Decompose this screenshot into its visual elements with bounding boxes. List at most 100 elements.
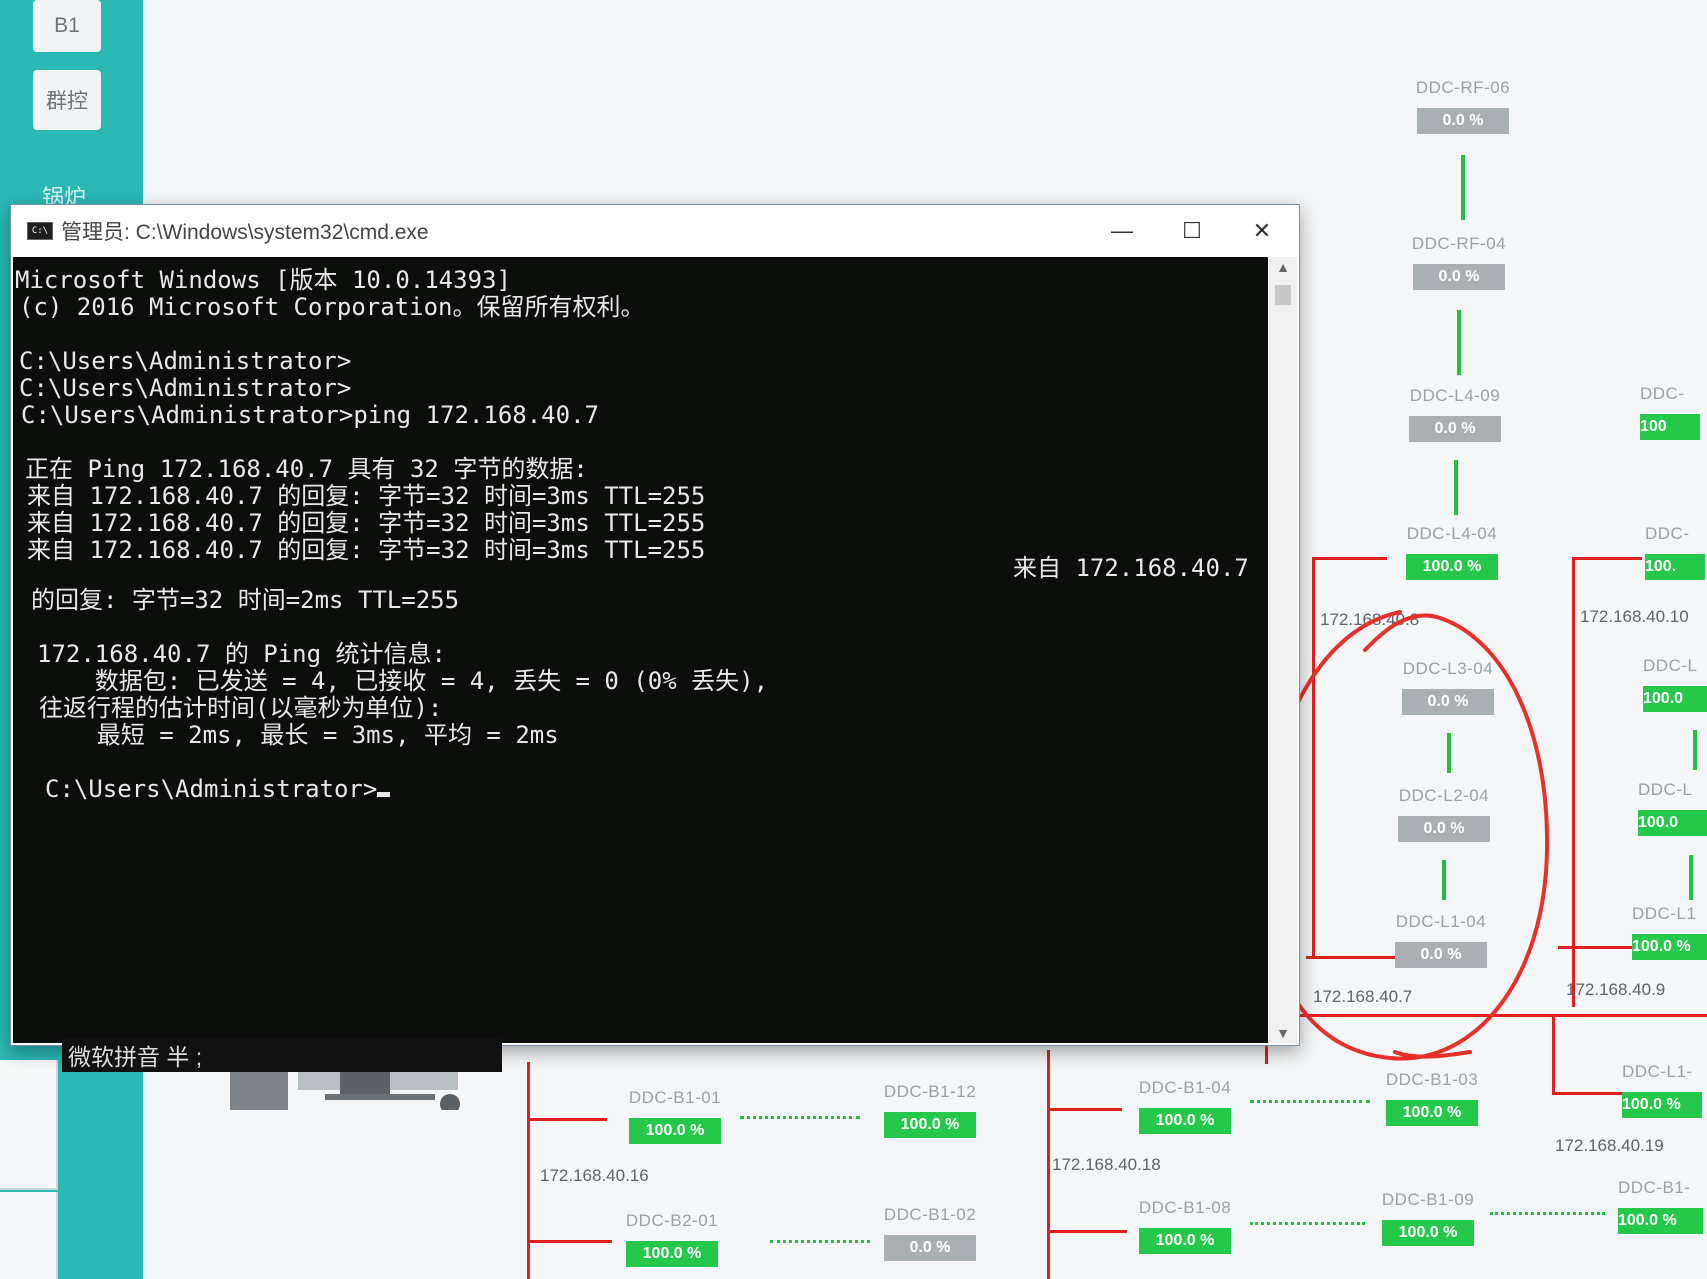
scroll-down-arrow[interactable]: ▼ xyxy=(1269,1025,1297,1041)
link-line xyxy=(527,1118,607,1121)
link-line xyxy=(1572,557,1575,1007)
node-label: DDC-B1-04 xyxy=(1138,1078,1232,1097)
node-label: DDC-B2-01 xyxy=(625,1211,719,1230)
node-label: DDC-L3-04 xyxy=(1402,659,1494,678)
text-cursor xyxy=(377,792,391,797)
minimize-button[interactable]: — xyxy=(1087,205,1157,257)
cmd-icon: C:\ xyxy=(27,222,53,240)
ddc-node[interactable]: DDC-L1- 100.0 % xyxy=(1622,1062,1707,1118)
link-line xyxy=(1312,557,1387,560)
ddc-node[interactable]: DDC-B1-04 100.0 % xyxy=(1110,1078,1260,1134)
ddc-node[interactable]: DDC- 100 xyxy=(1640,384,1707,440)
node-status-badge: 100.0 % xyxy=(1382,1220,1474,1246)
ddc-node[interactable]: DDC-B1- 100.0 % xyxy=(1618,1178,1707,1234)
prompt-text: C:\Users\Administrator> xyxy=(45,775,378,803)
link-line xyxy=(1447,733,1451,773)
console-line: C:\Users\Administrator>ping 172.168.40.7 xyxy=(21,401,599,429)
ddc-node[interactable]: DDC-B1-01 100.0 % xyxy=(600,1088,750,1144)
sidebar-tab[interactable] xyxy=(0,1192,58,1279)
node-status-badge: 100 xyxy=(1640,414,1700,440)
scroll-up-arrow[interactable]: ▲ xyxy=(1269,259,1297,275)
ddc-node[interactable]: DDC-L1 100.0 % xyxy=(1632,904,1707,960)
node-status-badge: 0.0 % xyxy=(1395,942,1487,968)
node-label: DDC-L4-04 xyxy=(1406,524,1498,543)
maximize-button[interactable]: ☐ xyxy=(1157,205,1227,257)
node-status-badge: 100.0 % xyxy=(629,1118,721,1144)
node-label: DDC-L1- xyxy=(1622,1062,1693,1081)
sidebar-button-label: 群控 xyxy=(46,90,88,113)
node-status-badge: 100.0 % xyxy=(1622,1092,1702,1118)
ime-status-bar[interactable]: 微软拼音 半 ; xyxy=(62,1038,502,1072)
node-status-badge: 100.0 % xyxy=(1632,934,1707,960)
console-prompt[interactable]: C:\Users\Administrator> xyxy=(45,775,391,803)
link-line xyxy=(1250,1100,1370,1103)
scrollbar[interactable]: ▲ ▼ xyxy=(1269,257,1297,1043)
ddc-node[interactable]: DDC-B1-12 100.0 % xyxy=(855,1082,1005,1138)
ip-label: 172.168.40.18 xyxy=(1052,1155,1161,1174)
node-label: DDC-B1-08 xyxy=(1138,1198,1232,1217)
node-status-badge: 0.0 % xyxy=(1409,416,1501,442)
ddc-node[interactable]: DDC-B1-02 0.0 % xyxy=(855,1205,1005,1261)
console-line: 来自 172.168.40.7 的回复: 字节=32 时间=3ms TTL=25… xyxy=(27,482,706,510)
sidebar-button-group-control[interactable]: 群控 xyxy=(33,70,101,130)
sidebar-tab[interactable] xyxy=(0,1060,58,1190)
ddc-node[interactable]: DDC-L 100.0 xyxy=(1638,780,1707,836)
ddc-node[interactable]: DDC-B1-09 100.0 % xyxy=(1353,1190,1503,1246)
sidebar-button-b1[interactable]: B1 xyxy=(33,0,101,52)
console-line: 数据包: 已发送 = 4, 已接收 = 4, 丢失 = 0 (0% 丢失), xyxy=(37,667,769,695)
link-line xyxy=(1457,310,1461,375)
ddc-node[interactable]: DDC-L2-04 0.0 % xyxy=(1369,786,1519,842)
node-status-badge: 100.0 xyxy=(1643,686,1707,712)
node-status-badge: 100.0 xyxy=(1638,810,1707,836)
link-line xyxy=(1454,460,1458,515)
scrollbar-thumb[interactable] xyxy=(1275,285,1291,305)
ip-label: 172.168.40.10 xyxy=(1580,607,1689,626)
ddc-node[interactable]: DDC-RF-06 0.0 % xyxy=(1388,78,1538,134)
ip-label: 172.168.40.8 xyxy=(1320,610,1420,629)
link-line xyxy=(740,1116,860,1119)
cmd-titlebar[interactable]: C:\ 管理员: C:\Windows\system32\cmd.exe — ☐… xyxy=(11,205,1299,257)
node-status-badge: 0.0 % xyxy=(1413,264,1505,290)
ddc-node[interactable]: DDC-L4-04 100.0 % xyxy=(1377,524,1527,580)
link-line xyxy=(1461,155,1465,220)
close-button[interactable]: ✕ xyxy=(1227,205,1297,257)
node-status-badge: 100.0 % xyxy=(1386,1100,1478,1126)
ddc-node[interactable]: DDC-L1-04 0.0 % xyxy=(1366,912,1516,968)
cmd-window[interactable]: C:\ 管理员: C:\Windows\system32\cmd.exe — ☐… xyxy=(10,204,1300,1046)
ddc-node[interactable]: DDC-B2-01 100.0 % xyxy=(597,1211,747,1267)
ddc-node[interactable]: DDC-L4-09 0.0 % xyxy=(1380,386,1530,442)
link-line xyxy=(1312,557,1315,957)
ddc-node[interactable]: DDC-B1-03 100.0 % xyxy=(1357,1070,1507,1126)
node-label: DDC-L xyxy=(1638,780,1693,799)
node-label: DDC-L2-04 xyxy=(1398,786,1490,805)
node-label: DDC- xyxy=(1640,384,1685,403)
console-line: C:\Users\Administrator> xyxy=(19,374,352,402)
node-status-badge: 100.0 % xyxy=(1139,1108,1231,1134)
ddc-node[interactable]: DDC-B1-08 100.0 % xyxy=(1110,1198,1260,1254)
link-line xyxy=(1047,1050,1050,1279)
console-line: 最短 = 2ms, 最长 = 3ms, 平均 = 2ms xyxy=(39,721,559,749)
ip-label: 172.168.40.9 xyxy=(1566,980,1666,999)
window-title: 管理员: C:\Windows\system32\cmd.exe xyxy=(61,221,429,244)
node-label: DDC-L xyxy=(1643,656,1698,675)
console-line: 的回复: 字节=32 时间=2ms TTL=255 xyxy=(31,586,460,614)
node-label: DDC-RF-04 xyxy=(1411,234,1507,253)
node-label: DDC-B1-09 xyxy=(1381,1190,1475,1209)
console-output[interactable]: Microsoft Windows [版本 10.0.14393] (c) 20… xyxy=(13,257,1268,1043)
node-label: DDC-B1-02 xyxy=(883,1205,977,1224)
link-line xyxy=(1552,1092,1622,1095)
node-status-badge: 100.0 % xyxy=(884,1112,976,1138)
console-line: 往返行程的估计时间(以毫秒为单位): xyxy=(39,694,443,722)
link-line xyxy=(1265,1014,1707,1017)
link-line xyxy=(1693,730,1697,770)
ddc-node[interactable]: DDC-L 100.0 xyxy=(1643,656,1707,712)
ddc-node[interactable]: DDC- 100. xyxy=(1645,524,1707,580)
ip-label: 172.168.40.16 xyxy=(540,1166,649,1185)
console-line: 来自 172.168.40.7 的回复: 字节=32 时间=3ms TTL=25… xyxy=(27,509,706,537)
node-label: DDC-RF-06 xyxy=(1415,78,1511,97)
ddc-node[interactable]: DDC-L3-04 0.0 % xyxy=(1373,659,1523,715)
link-line xyxy=(1442,860,1446,900)
console-line: Microsoft Windows [版本 10.0.14393] xyxy=(15,266,511,294)
ddc-node[interactable]: DDC-RF-04 0.0 % xyxy=(1384,234,1534,290)
link-line xyxy=(527,1062,530,1279)
